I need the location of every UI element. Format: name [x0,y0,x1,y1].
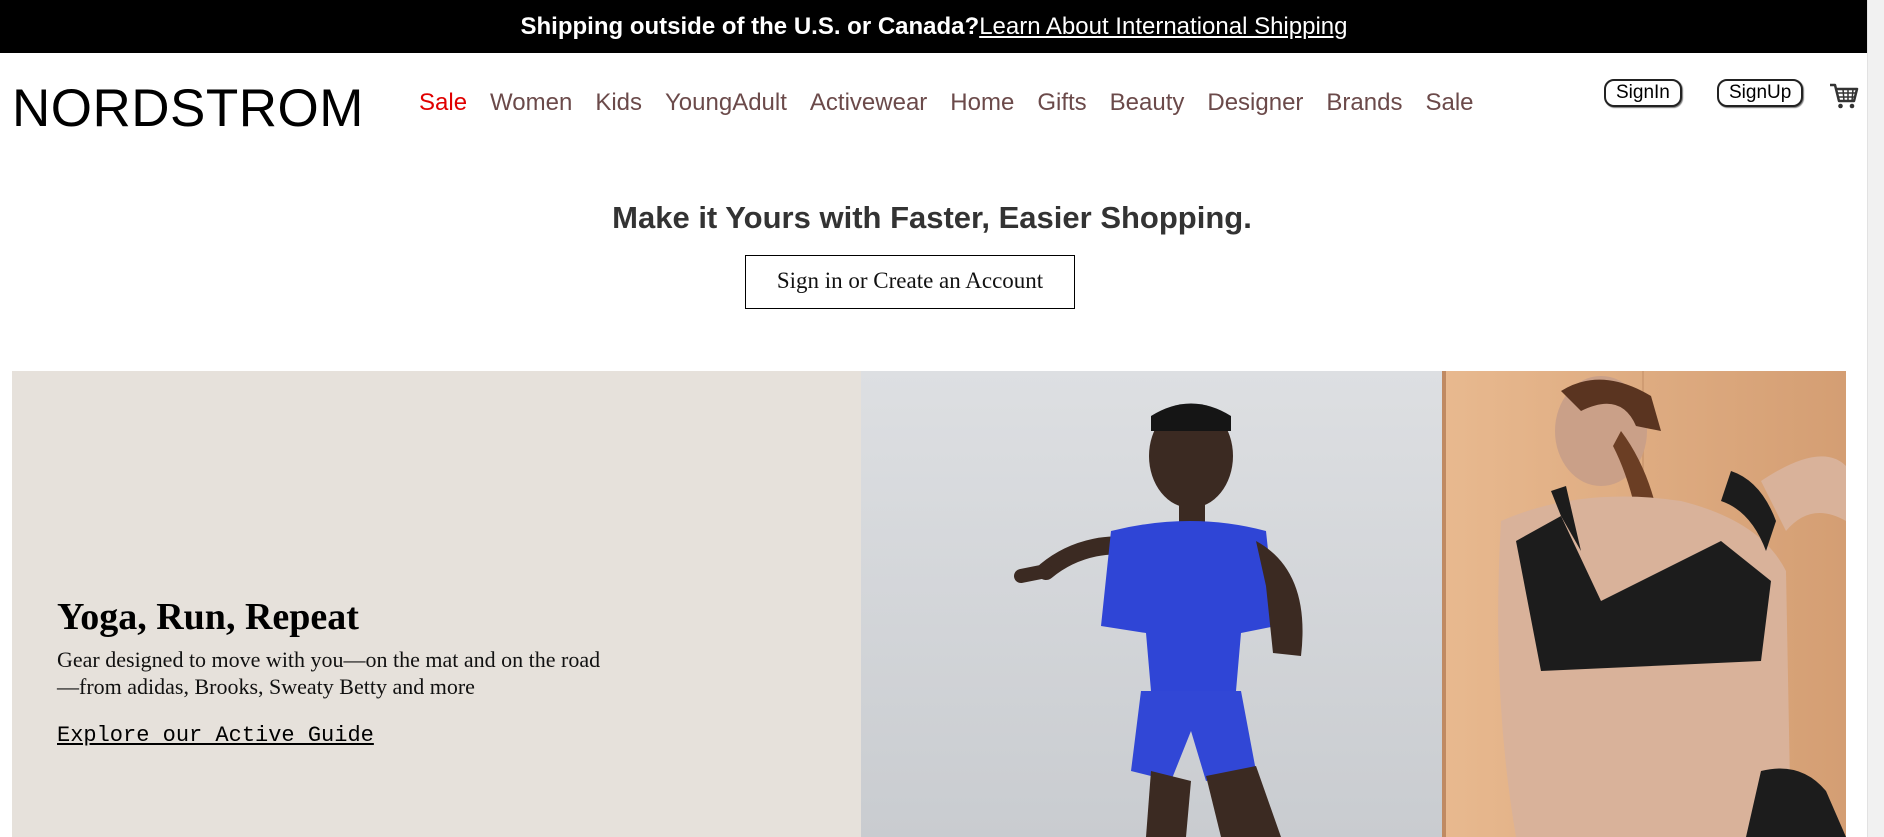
promo-heading: Make it Yours with Faster, Easier Shoppi… [612,200,1252,235]
nav-item-designer[interactable]: Designer [1207,89,1303,117]
nav-item-beauty[interactable]: Beauty [1110,89,1185,117]
sign-in-button[interactable]: SignIn [1604,79,1682,107]
explore-active-guide-link[interactable]: Explore our Active Guide [57,723,374,748]
hero-title: Yoga, Run, Repeat [57,596,359,638]
hero-banner: Yoga, Run, Repeat Gear designed to move … [12,371,1846,837]
nav-item-kids[interactable]: Kids [595,89,642,117]
international-shipping-link[interactable]: Learn About International Shipping [979,13,1347,41]
nav-item-women[interactable]: Women [490,89,572,117]
nav-item-youngadult[interactable]: YoungAdult [665,89,787,117]
hero-image[interactable] [861,371,1846,837]
announcement-bar: Shipping outside of the U.S. or Canada? … [0,0,1868,53]
nav-item-sale-2[interactable]: Sale [1425,89,1473,117]
vertical-scrollbar[interactable] [1867,0,1884,837]
nav-item-brands[interactable]: Brands [1326,89,1402,117]
nav-item-home[interactable]: Home [950,89,1014,117]
hero-description: Gear designed to move with you—on the ma… [57,647,601,699]
sign-up-button[interactable]: SignUp [1717,79,1804,107]
nav-item-sale[interactable]: Sale [419,89,467,117]
nav-item-activewear[interactable]: Activewear [810,89,927,117]
sign-in-create-account-button[interactable]: Sign in or Create an Account [745,255,1075,309]
nav-item-gifts[interactable]: Gifts [1037,89,1086,117]
nordstrom-logo[interactable]: NORDSTROM [12,78,364,139]
main-nav: Sale Women Kids YoungAdult Activewear Ho… [419,89,1497,117]
announcement-text: Shipping outside of the U.S. or Canada? [520,12,980,40]
shopping-cart-icon[interactable] [1828,80,1860,112]
